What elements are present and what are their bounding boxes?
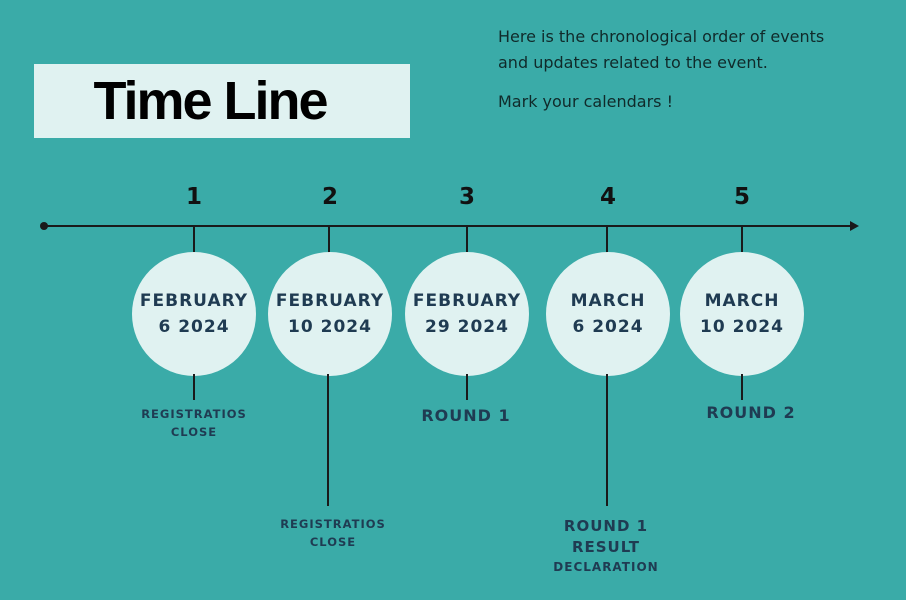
event-2-label-line-2: CLOSE xyxy=(309,535,357,549)
event-1-date-day-year: 6 2024 xyxy=(158,317,230,337)
event-3-date-month: FEBRUARY xyxy=(412,291,522,311)
event-4-connector-bottom xyxy=(606,374,608,506)
event-2-label-line-1: REGISTRATIOS xyxy=(280,517,386,531)
event-2-date-circle: FEBRUARY 10 2024 xyxy=(268,252,392,376)
event-4-label-line-2: RESULT xyxy=(571,538,641,556)
event-5-date-month: MARCH xyxy=(704,291,780,311)
event-3-date-day-year: 29 2024 xyxy=(425,317,509,337)
event-5-connector-top xyxy=(741,226,743,254)
event-5-date-circle: MARCH 10 2024 xyxy=(680,252,804,376)
timeline-axis xyxy=(44,225,852,227)
event-5-number: 5 xyxy=(733,184,750,210)
event-2-number: 2 xyxy=(321,184,338,210)
event-3-connector-top xyxy=(466,226,468,254)
event-4-label: ROUND 1 RESULT DECLARATION xyxy=(531,516,681,576)
event-5-connector-bottom xyxy=(741,374,743,400)
event-3-label-line-1: ROUND 1 xyxy=(421,406,511,425)
event-1-label-line-2: CLOSE xyxy=(170,425,218,439)
intro-text: Here is the chronological order of event… xyxy=(498,24,898,115)
event-4-date-month: MARCH xyxy=(570,291,646,311)
event-2-date-day-year: 10 2024 xyxy=(288,317,372,337)
event-1-number: 1 xyxy=(185,184,202,210)
event-1-connector-top xyxy=(193,226,195,254)
event-3-date-circle: FEBRUARY 29 2024 xyxy=(405,252,529,376)
event-1-date-circle: FEBRUARY 6 2024 xyxy=(132,252,256,376)
event-3-number: 3 xyxy=(458,184,475,210)
event-2-connector-bottom xyxy=(327,374,329,506)
intro-line-3: Mark your calendars ! xyxy=(498,92,674,111)
intro-line-1: Here is the chronological order of event… xyxy=(498,27,825,46)
event-1-label: REGISTRATIOS CLOSE xyxy=(124,405,264,441)
event-2-date-month: FEBRUARY xyxy=(275,291,385,311)
event-4-connector-top xyxy=(606,226,608,254)
title-box: Time Line xyxy=(34,64,410,138)
event-4-date-circle: MARCH 6 2024 xyxy=(546,252,670,376)
event-1-date-month: FEBRUARY xyxy=(139,291,249,311)
event-4-number: 4 xyxy=(599,184,616,210)
event-1-label-line-1: REGISTRATIOS xyxy=(141,407,247,421)
page-title: Time Line xyxy=(93,71,328,131)
event-3-connector-bottom xyxy=(466,374,468,400)
event-4-label-line-1: ROUND 1 xyxy=(563,517,649,535)
event-5-label-line-1: ROUND 2 xyxy=(706,403,796,422)
intro-line-2: and updates related to the event. xyxy=(498,53,768,72)
event-4-label-line-3: DECLARATION xyxy=(553,560,659,574)
event-5-date-day-year: 10 2024 xyxy=(700,317,784,337)
event-3-label: ROUND 1 xyxy=(391,405,541,426)
event-4-date-day-year: 6 2024 xyxy=(572,317,644,337)
event-5-label: ROUND 2 xyxy=(676,402,826,423)
event-2-connector-top xyxy=(328,226,330,254)
event-1-connector-bottom xyxy=(193,374,195,400)
event-2-label: REGISTRATIOS CLOSE xyxy=(263,515,403,551)
timeline-arrow-icon xyxy=(850,221,859,231)
